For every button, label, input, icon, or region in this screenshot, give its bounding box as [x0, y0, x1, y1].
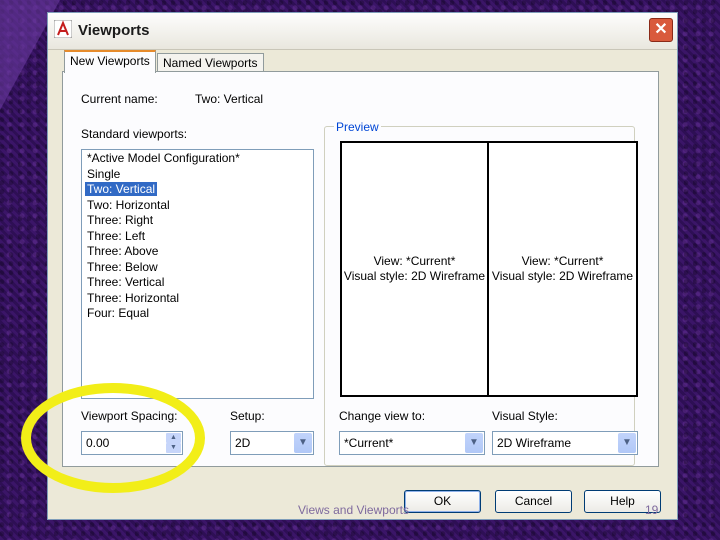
preview-viewport-left[interactable]: View: *Current* Visual style: 2D Wirefra… — [342, 143, 487, 395]
preview-right-style: Visual style: 2D Wireframe — [491, 269, 634, 283]
list-item-selected[interactable]: Two: Vertical — [83, 181, 313, 198]
title-bar: Viewports ✕ — [48, 13, 677, 50]
change-view-select[interactable]: *Current* ▼ — [339, 431, 485, 455]
list-item[interactable]: Two: Horizontal — [85, 198, 313, 214]
close-button[interactable]: ✕ — [649, 18, 673, 42]
list-item[interactable]: Three: Left — [85, 229, 313, 245]
highlight-annotation-ellipse — [21, 383, 205, 493]
preview-right-view: View: *Current* — [521, 254, 604, 268]
tab-named-viewports[interactable]: Named Viewports — [157, 53, 264, 73]
slide-number: 19 — [645, 503, 659, 517]
list-item[interactable]: Single — [85, 167, 313, 183]
autocad-a-icon — [54, 20, 72, 38]
setup-select[interactable]: 2D ▼ — [230, 431, 314, 455]
slide-footer-text: Views and Viewports — [298, 503, 409, 517]
list-item[interactable]: Three: Vertical — [85, 275, 313, 291]
ok-button[interactable]: OK — [404, 490, 481, 513]
list-item[interactable]: Four: Equal — [85, 306, 313, 322]
chevron-down-icon[interactable]: ▼ — [294, 433, 312, 453]
setup-label: Setup: — [230, 409, 265, 423]
preview-left-style: Visual style: 2D Wireframe — [343, 269, 486, 283]
preview-canvas: View: *Current* Visual style: 2D Wirefra… — [340, 141, 638, 397]
current-name-label: Current name: — [81, 92, 158, 106]
change-view-label: Change view to: — [339, 409, 426, 423]
visual-style-label: Visual Style: — [492, 409, 558, 423]
preview-label: Preview — [334, 120, 381, 134]
preview-viewport-right[interactable]: View: *Current* Visual style: 2D Wirefra… — [489, 143, 636, 395]
list-item[interactable]: Three: Below — [85, 260, 313, 276]
list-item[interactable]: Three: Above — [85, 244, 313, 260]
visual-style-select[interactable]: 2D Wireframe ▼ — [492, 431, 638, 455]
cancel-button[interactable]: Cancel — [495, 490, 572, 513]
standard-viewports-label: Standard viewports: — [81, 127, 188, 141]
list-item[interactable]: Three: Right — [85, 213, 313, 229]
current-name-value: Two: Vertical — [195, 92, 264, 106]
chevron-down-icon[interactable]: ▼ — [465, 433, 483, 453]
tab-new-viewports[interactable]: New Viewports — [64, 50, 156, 73]
standard-viewports-list[interactable]: *Active Model Configuration* Single Two:… — [81, 149, 314, 399]
list-item[interactable]: Three: Horizontal — [85, 291, 313, 307]
chevron-down-icon[interactable]: ▼ — [618, 433, 636, 453]
preview-left-view: View: *Current* — [373, 254, 456, 268]
list-item[interactable]: *Active Model Configuration* — [85, 151, 313, 167]
dialog-title: Viewports — [78, 22, 150, 39]
